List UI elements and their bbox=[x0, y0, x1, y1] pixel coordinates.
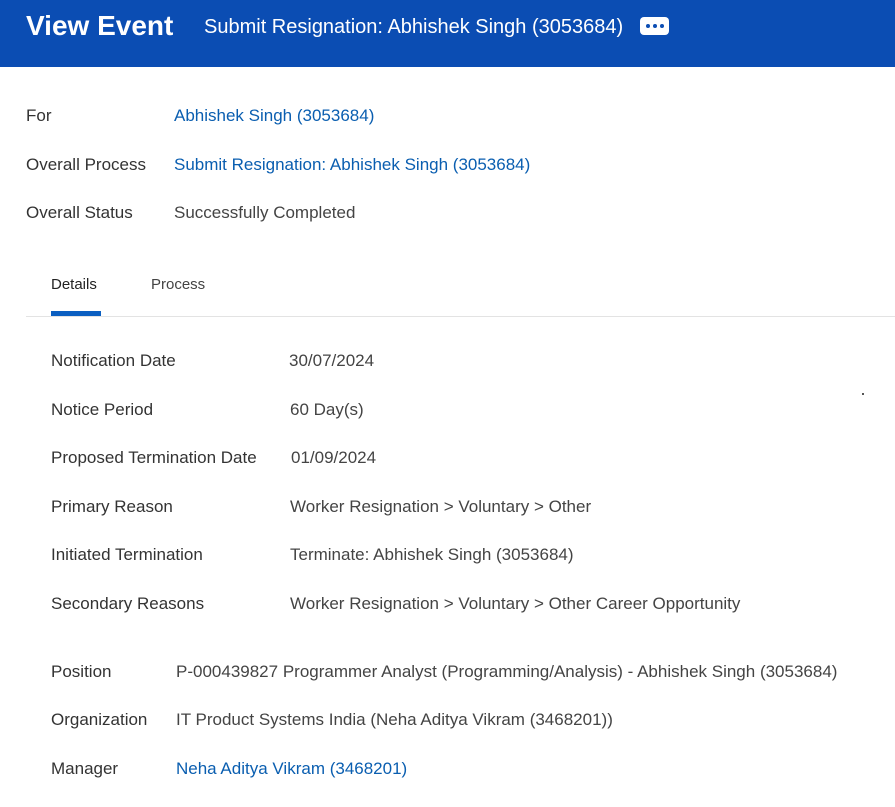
more-actions-button[interactable] bbox=[640, 17, 669, 35]
proposed-termination-date-label: Proposed Termination Date bbox=[51, 448, 257, 467]
notice-period-label: Notice Period bbox=[51, 400, 154, 419]
manager-label: Manager bbox=[51, 759, 119, 778]
primary-reason-label: Primary Reason bbox=[51, 497, 173, 516]
overall-process-label: Overall Process bbox=[26, 155, 146, 174]
manager-link[interactable]: Neha Aditya Vikram (3468201) bbox=[176, 759, 407, 779]
for-worker-link[interactable]: Abhishek Singh (3053684) bbox=[174, 106, 374, 126]
page-header: View Event Submit Resignation: Abhishek … bbox=[0, 0, 895, 67]
more-horizontal-icon-dot bbox=[652, 24, 657, 28]
initiated-termination-label: Initiated Termination bbox=[51, 545, 203, 564]
organization-label: Organization bbox=[51, 710, 148, 729]
event-subtitle: Submit Resignation: Abhishek Singh (3053… bbox=[204, 16, 624, 38]
organization-value: IT Product Systems India (Neha Aditya Vi… bbox=[176, 710, 613, 729]
secondary-reasons-value: Worker Resignation > Voluntary > Other C… bbox=[290, 594, 741, 613]
tab-divider bbox=[26, 316, 895, 317]
primary-reason-value: Worker Resignation > Voluntary > Other bbox=[290, 497, 592, 516]
stray-pixel bbox=[862, 393, 864, 395]
for-label: For bbox=[26, 106, 52, 125]
initiated-termination-value: Terminate: Abhishek Singh (3053684) bbox=[290, 545, 574, 564]
proposed-termination-date-value: 01/09/2024 bbox=[291, 448, 377, 467]
more-horizontal-icon bbox=[645, 24, 650, 28]
overall-process-link[interactable]: Submit Resignation: Abhishek Singh (3053… bbox=[174, 155, 530, 175]
notice-period-value: 60 Day(s) bbox=[290, 400, 364, 419]
overall-status-label: Overall Status bbox=[26, 203, 133, 222]
secondary-reasons-label: Secondary Reasons bbox=[51, 594, 205, 613]
tab-details[interactable]: Details bbox=[51, 275, 97, 295]
notification-date-label: Notification Date bbox=[51, 351, 176, 370]
page-title: View Event bbox=[26, 10, 174, 41]
notification-date-value: 30/07/2024 bbox=[289, 351, 375, 370]
tab-process[interactable]: Process bbox=[151, 275, 205, 295]
position-value: P-000439827 Programmer Analyst (Programm… bbox=[176, 662, 838, 681]
overall-status-value: Successfully Completed bbox=[174, 203, 356, 222]
position-label: Position bbox=[51, 662, 112, 681]
more-horizontal-icon-dot bbox=[659, 24, 664, 28]
